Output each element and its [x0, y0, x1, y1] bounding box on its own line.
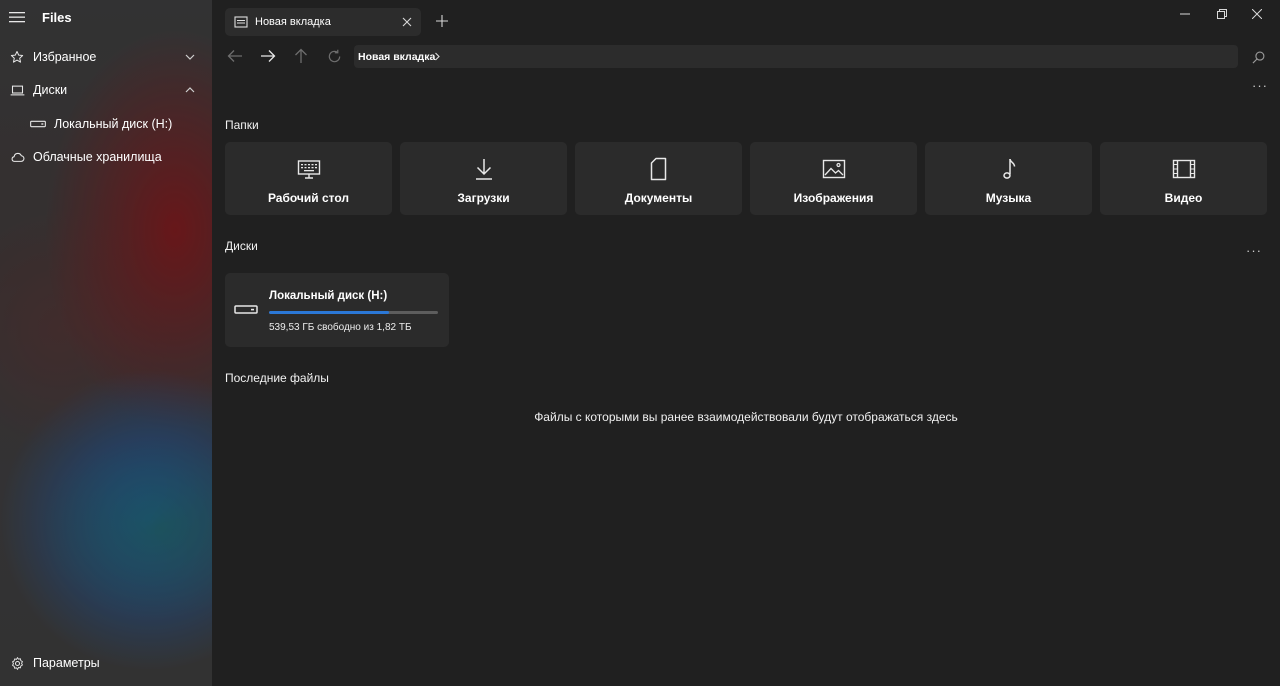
folder-card-images[interactable]: Изображения	[750, 142, 917, 215]
drive-space-text: 539,53 ГБ свободно из 1,82 ТБ	[269, 322, 412, 333]
folder-card-music[interactable]: Музыка	[925, 142, 1092, 215]
laptop-icon	[9, 82, 25, 98]
drives-more-options-icon[interactable]: ···	[1246, 244, 1262, 257]
document-icon	[650, 157, 667, 181]
sidebar-item-drives[interactable]: Диски	[0, 74, 212, 106]
sidebar-item-label: Параметры	[33, 656, 100, 670]
recent-section-title: Последние файлы	[225, 371, 329, 385]
sidebar-item-local-disk[interactable]: Локальный диск (H:)	[0, 108, 212, 140]
chevron-right-icon[interactable]	[433, 52, 442, 61]
breadcrumb[interactable]: Новая вкладка	[358, 51, 435, 63]
desktop-icon	[297, 160, 321, 179]
minimize-icon	[1180, 13, 1190, 15]
drive-usage-fill	[269, 311, 389, 314]
up-button[interactable]	[291, 46, 311, 66]
sidebar: Files Избранное Диски Локальный диск (H:…	[0, 0, 212, 686]
arrow-right-icon	[261, 50, 276, 62]
gear-icon	[9, 655, 25, 671]
folder-label: Музыка	[985, 191, 1032, 205]
drive-usage-bar	[269, 311, 438, 314]
main-pane: Новая вкладка Новая вкладка ··· Папки Ра…	[212, 0, 1280, 686]
refresh-button[interactable]	[324, 46, 344, 66]
folder-card-videos[interactable]: Видео	[1100, 142, 1267, 215]
sidebar-item-cloud[interactable]: Облачные хранилища	[0, 141, 212, 173]
close-window-button[interactable]	[1234, 0, 1280, 28]
forward-button[interactable]	[258, 46, 278, 66]
close-icon	[1252, 9, 1262, 19]
folder-card-documents[interactable]: Документы	[575, 142, 742, 215]
back-button[interactable]	[225, 46, 245, 66]
sidebar-item-label: Облачные хранилища	[33, 150, 162, 164]
hamburger-menu-icon[interactable]	[8, 9, 26, 25]
sidebar-item-label: Диски	[33, 83, 68, 97]
address-bar[interactable]: Новая вкладка	[354, 45, 1238, 68]
add-tab-icon[interactable]	[435, 14, 449, 28]
navigation-toolbar: Новая вкладка ···	[212, 40, 1280, 100]
more-options-icon[interactable]: ···	[1252, 79, 1268, 92]
folder-label: Загрузки	[457, 191, 510, 205]
video-icon	[1172, 159, 1196, 179]
chevron-up-icon[interactable]	[184, 84, 196, 96]
arrow-left-icon	[227, 50, 242, 62]
folders-section-title: Папки	[225, 118, 259, 132]
drive-card-local-disk[interactable]: Локальный диск (H:) 539,53 ГБ свободно и…	[225, 273, 449, 347]
folder-label: Рабочий стол	[267, 191, 350, 205]
drive-icon	[234, 305, 258, 314]
search-icon	[1252, 51, 1264, 63]
drive-icon	[30, 116, 46, 132]
refresh-icon	[328, 49, 340, 62]
folder-card-desktop[interactable]: Рабочий стол	[225, 142, 392, 215]
drive-name: Локальный диск (H:)	[269, 290, 388, 302]
close-tab-icon[interactable]	[401, 16, 413, 28]
drives-section-title: Диски	[225, 239, 258, 253]
sidebar-item-label: Избранное	[33, 50, 97, 64]
title-bar: Новая вкладка	[212, 0, 1280, 40]
music-icon	[1003, 158, 1016, 179]
restore-icon	[1217, 9, 1227, 19]
folder-label: Изображения	[793, 191, 874, 205]
folder-card-downloads[interactable]: Загрузки	[400, 142, 567, 215]
app-title: Files	[42, 10, 72, 25]
sidebar-item-settings[interactable]: Параметры	[0, 647, 212, 679]
star-icon	[9, 49, 25, 65]
folder-label: Документы	[624, 191, 693, 205]
folder-label: Видео	[1164, 191, 1203, 205]
tab-icon	[234, 16, 248, 28]
search-button[interactable]	[1248, 47, 1268, 67]
sidebar-item-label: Локальный диск (H:)	[54, 117, 173, 131]
arrow-up-icon	[295, 48, 307, 63]
download-icon	[476, 159, 492, 180]
chevron-down-icon[interactable]	[184, 51, 196, 63]
image-icon	[822, 159, 846, 179]
tab-label: Новая вкладка	[255, 16, 331, 28]
cloud-icon	[9, 149, 25, 165]
sidebar-item-favorites[interactable]: Избранное	[0, 41, 212, 73]
tab-new-tab[interactable]: Новая вкладка	[225, 8, 421, 36]
recent-empty-message: Файлы с которыми вы ранее взаимодействов…	[534, 410, 958, 424]
